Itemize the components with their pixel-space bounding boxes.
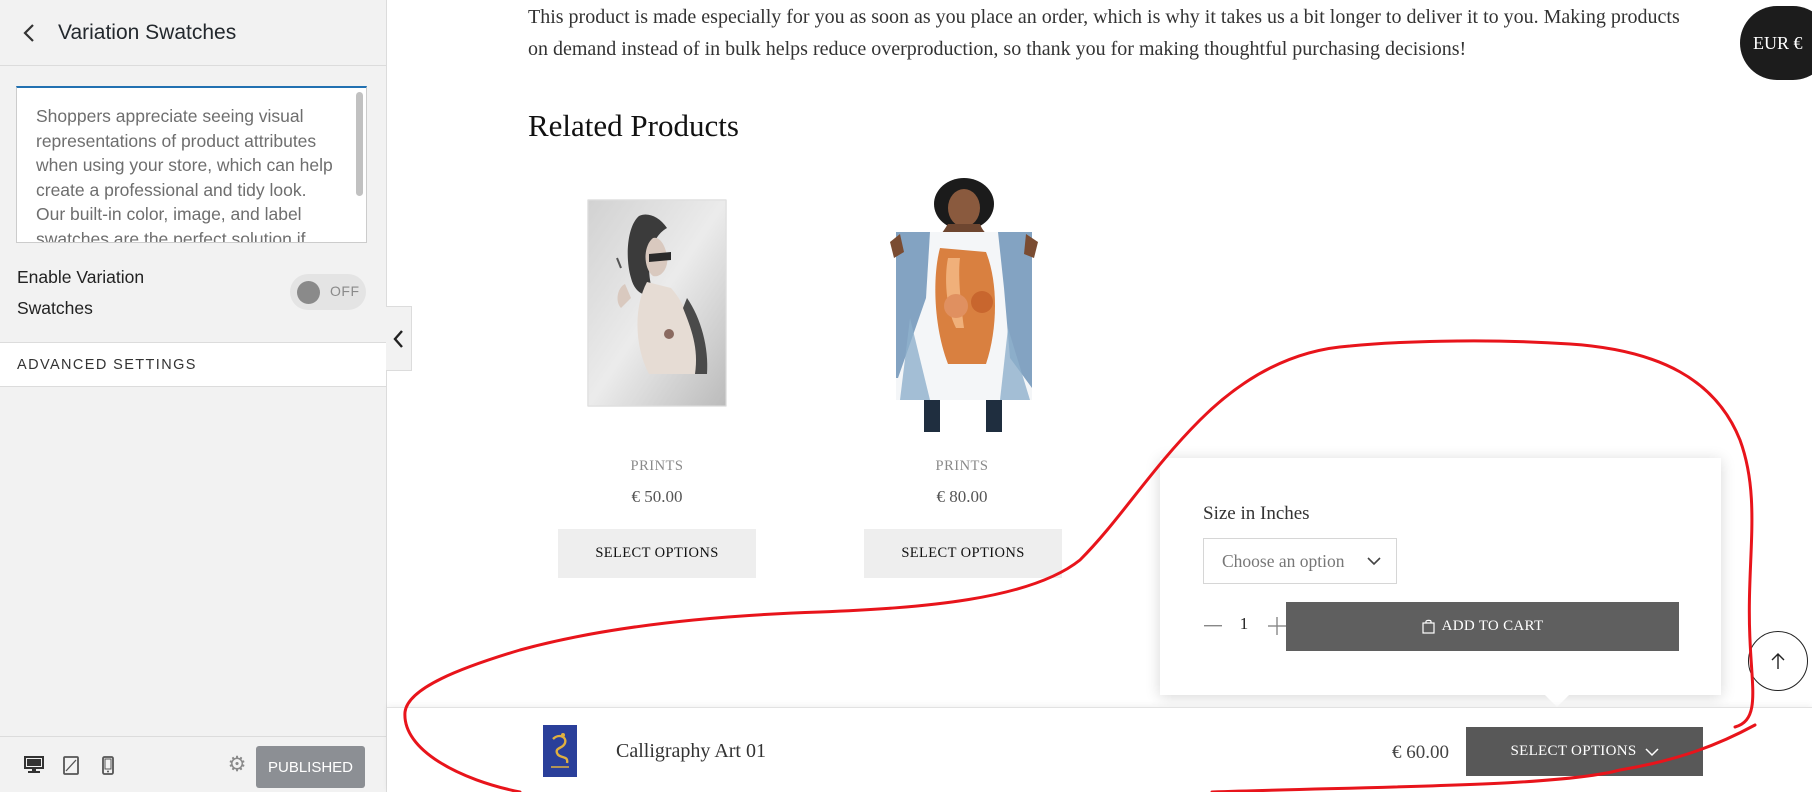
size-label: Size in Inches [1203, 503, 1310, 524]
add-to-cart-button[interactable]: ADD TO CART [1286, 602, 1679, 651]
back-button[interactable] [0, 0, 58, 66]
sidebar-title: Variation Swatches [58, 20, 237, 44]
popup-arrow [1544, 694, 1570, 707]
size-select-value: Choose an option [1222, 550, 1345, 571]
product-image-2[interactable] [890, 178, 1038, 432]
arrow-up-icon [1771, 653, 1785, 669]
enable-swatches-toggle[interactable]: OFF [290, 274, 366, 310]
chevron-left-icon [23, 23, 34, 42]
published-button[interactable]: PUBLISHED [256, 746, 365, 788]
desktop-icon[interactable] [22, 753, 46, 777]
product-image-1[interactable] [587, 198, 727, 408]
shopping-bag-icon [1421, 619, 1435, 634]
tablet-icon[interactable] [59, 753, 83, 777]
enable-swatches-label: Enable Variation Swatches [17, 267, 145, 318]
chevron-down-icon [1367, 557, 1381, 566]
product-price-1: € 50.00 [631, 487, 683, 506]
product-price-2: € 80.00 [936, 487, 988, 506]
chevron-down-icon [1644, 747, 1659, 756]
chevron-left-icon [393, 329, 403, 348]
toggle-state: OFF [330, 283, 360, 299]
mobile-icon[interactable] [96, 753, 120, 777]
scroll-to-top-button[interactable] [1748, 631, 1808, 691]
product-category-1: PRINTS [630, 458, 684, 474]
product-category-2: PRINTS [935, 458, 989, 474]
product-description: This product is made especially for you … [528, 6, 1680, 60]
quantity-value[interactable]: 1 [1238, 614, 1250, 634]
minus-icon [1204, 625, 1222, 627]
sticky-product-thumbnail [543, 725, 577, 777]
add-to-cart-label: ADD TO CART [1441, 618, 1544, 634]
related-products-title: Related Products [528, 108, 739, 143]
collapse-sidebar-button[interactable] [386, 306, 412, 371]
currency-switcher[interactable]: EUR € [1740, 6, 1812, 80]
plus-icon [1268, 617, 1286, 635]
description-text: Shoppers appreciate seeing visual repres… [36, 106, 333, 243]
textarea-scrollbar[interactable] [356, 92, 363, 196]
advanced-settings-section[interactable]: ADVANCED SETTINGS [0, 342, 386, 387]
sticky-product-name: Calligraphy Art 01 [616, 740, 766, 762]
size-select[interactable]: Choose an option [1203, 538, 1397, 584]
description-textarea[interactable]: Shoppers appreciate seeing visual repres… [16, 86, 367, 243]
select-options-button-1[interactable]: SELECT OPTIONS [558, 529, 756, 578]
sticky-select-options-label: SELECT OPTIONS [1510, 743, 1637, 759]
toggle-knob [297, 281, 320, 304]
sticky-select-options-button[interactable]: SELECT OPTIONS [1466, 727, 1703, 776]
sticky-product-price: € 60.00 [1392, 742, 1449, 763]
quantity-decrease-button[interactable] [1200, 609, 1226, 643]
select-options-button-2[interactable]: SELECT OPTIONS [864, 529, 1062, 578]
sidebar-header: Variation Swatches [0, 0, 386, 66]
customizer-sidebar: Variation Swatches Shoppers appreciate s… [0, 0, 387, 792]
gear-icon[interactable]: ⚙ [226, 754, 248, 776]
